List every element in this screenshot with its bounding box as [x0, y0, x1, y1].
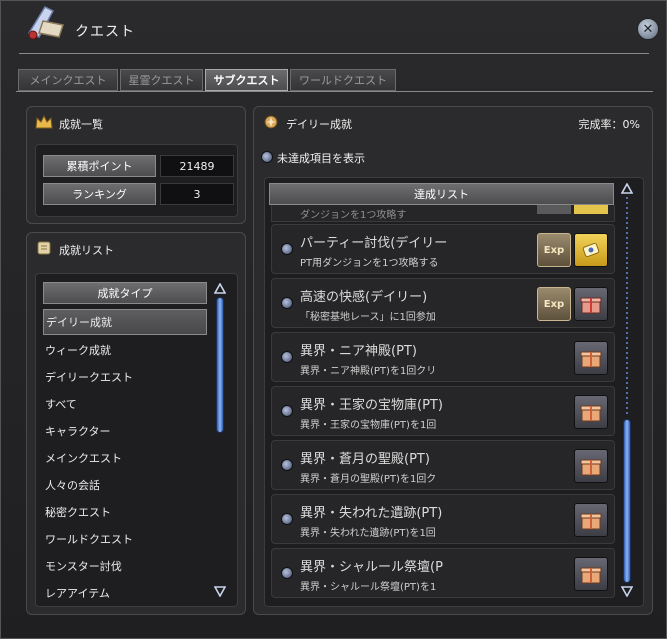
- gift-box-icon[interactable]: [574, 341, 608, 375]
- points-value: 21489: [160, 155, 234, 177]
- summary-inner: 累積ポイント 21489 ランキング 3: [35, 144, 238, 217]
- scroll-list-icon: [37, 241, 51, 255]
- partial-row-desc: ダンジョンを1つ攻略す: [300, 210, 407, 221]
- achievement-desc: 異界・シャルール祭壇(PT)を1: [300, 582, 437, 593]
- exp-icon[interactable]: Exp: [537, 233, 571, 267]
- achievement-radio[interactable]: [281, 513, 293, 525]
- window-title: クエスト: [75, 24, 135, 40]
- crown-icon: [35, 114, 53, 129]
- gift-box-icon[interactable]: [574, 287, 608, 321]
- category-item-character[interactable]: キャラクター: [43, 418, 207, 444]
- achievement-desc: 異界・失われた遺跡(PT)を1回: [300, 528, 436, 539]
- achievement-desc: PT用ダンジョンを1つ攻略する: [300, 258, 439, 269]
- achievement-row[interactable]: 異界・王家の宝物庫(PT) 異界・王家の宝物庫(PT)を1回: [271, 386, 615, 436]
- achievement-title: 異界・王家の宝物庫(PT): [300, 398, 443, 413]
- achievement-title: パーティー討伐(デイリー: [300, 236, 448, 251]
- achievement-title: 異界・蒼月の聖殿(PT): [300, 452, 430, 467]
- tab-main-quest[interactable]: メインクエスト: [18, 69, 118, 91]
- achievement-scrollbar[interactable]: [621, 183, 633, 598]
- ranking-label: ランキング: [43, 183, 156, 205]
- achievement-desc: 「秘密基地レース」に1回参加: [300, 312, 436, 323]
- gift-box-icon[interactable]: [574, 395, 608, 429]
- gift-box-icon[interactable]: [574, 503, 608, 537]
- category-item-all[interactable]: すべて: [43, 391, 207, 417]
- category-title: 成就リスト: [59, 244, 114, 257]
- gift-glyph-icon: [580, 567, 602, 584]
- scroll-up-icon[interactable]: [621, 183, 633, 195]
- achievement-row[interactable]: 異界・失われた遺跡(PT) 異界・失われた遺跡(PT)を1回: [271, 494, 615, 544]
- category-item-world-quest[interactable]: ワールドクエスト: [43, 526, 207, 552]
- achievement-radio[interactable]: [281, 459, 293, 471]
- achievement-radio[interactable]: [281, 297, 293, 309]
- category-item-conversations[interactable]: 人々の会話: [43, 472, 207, 498]
- category-type-header: 成就タイプ: [43, 282, 207, 304]
- achievement-radio[interactable]: [281, 567, 293, 579]
- ranking-value: 3: [160, 183, 234, 205]
- gift-glyph-icon: [580, 513, 602, 530]
- gift-glyph-icon: [580, 459, 602, 476]
- gift-box-icon[interactable]: [574, 557, 608, 591]
- category-item-daily[interactable]: デイリー成就: [43, 309, 207, 335]
- achievement-list-header: 達成リスト: [269, 183, 614, 205]
- summary-title: 成就一覧: [59, 118, 103, 131]
- quest-scroll-icon: [27, 6, 64, 40]
- scroll-track-dots: [626, 197, 628, 417]
- gift-box-icon[interactable]: [574, 449, 608, 483]
- achievement-radio[interactable]: [281, 243, 293, 255]
- achievement-scroll-thumb[interactable]: [623, 419, 631, 583]
- achievement-row[interactable]: 高速の快感(デイリー) 「秘密基地レース」に1回参加 Exp: [271, 278, 615, 328]
- category-scroll-thumb[interactable]: [216, 297, 224, 433]
- emblem-icon: [264, 115, 278, 129]
- gift-glyph-icon: [580, 405, 602, 422]
- achievement-title: 異界・ニア神殿(PT): [300, 344, 417, 359]
- achievement-title: 高速の快感(デイリー): [300, 290, 428, 305]
- gift-glyph-icon: [580, 297, 602, 314]
- category-item-main-quest[interactable]: メインクエスト: [43, 445, 207, 471]
- category-item-weekly[interactable]: ウィーク成就: [43, 337, 207, 363]
- close-icon: ✕: [642, 21, 654, 37]
- scroll-up-icon[interactable]: [214, 283, 226, 295]
- scroll-down-icon[interactable]: [621, 585, 633, 597]
- tab-world-quest[interactable]: ワールドクエスト: [290, 69, 396, 91]
- achievement-desc: 異界・ニア神殿(PT)を1回クリ: [300, 366, 437, 377]
- category-item-monster-hunt[interactable]: モンスター討伐: [43, 553, 207, 579]
- achievement-radio[interactable]: [281, 351, 293, 363]
- gift-glyph-icon: [580, 351, 602, 368]
- category-item-secret-quest[interactable]: 秘密クエスト: [43, 499, 207, 525]
- partial-reward-coupon: [574, 205, 608, 214]
- tab-sub-quest[interactable]: サブクエスト: [205, 69, 288, 91]
- achievement-row[interactable]: 異界・蒼月の聖殿(PT) 異界・蒼月の聖殿(PT)を1回ク: [271, 440, 615, 490]
- coupon-icon[interactable]: [574, 233, 608, 267]
- partial-reward-exp: [537, 205, 571, 214]
- daily-title: デイリー成就: [286, 118, 352, 131]
- achievement-row[interactable]: パーティー討伐(デイリー PT用ダンジョンを1つ攻略する Exp: [271, 224, 615, 274]
- quest-window: クエスト ✕ メインクエスト 星霊クエスト サブクエスト ワールドクエスト 成就…: [0, 0, 667, 639]
- achievement-row[interactable]: 異界・ニア神殿(PT) 異界・ニア神殿(PT)を1回クリ: [271, 332, 615, 382]
- coupon-glyph-icon: [582, 242, 600, 258]
- category-item-rare-item[interactable]: レアアイテム: [43, 580, 207, 606]
- tab-spirit-quest[interactable]: 星霊クエスト: [120, 69, 203, 91]
- exp-icon[interactable]: Exp: [537, 287, 571, 321]
- title-bar: クエスト ✕: [1, 1, 666, 59]
- close-button[interactable]: ✕: [637, 18, 659, 40]
- category-item-daily-quest[interactable]: デイリークエスト: [43, 364, 207, 390]
- achievement-radio[interactable]: [281, 405, 293, 417]
- quest-tabs: メインクエスト 星霊クエスト サブクエスト ワールドクエスト: [18, 69, 396, 91]
- achievement-row[interactable]: 異界・シャルール祭壇(P 異界・シャルール祭壇(PT)を1: [271, 548, 615, 598]
- achievement-title: 異界・失われた遺跡(PT): [300, 506, 443, 521]
- achievement-title: 異界・シャルール祭壇(P: [300, 560, 443, 575]
- category-scrollbar[interactable]: [214, 283, 226, 599]
- summary-panel: 成就一覧 累積ポイント 21489 ランキング 3: [26, 106, 246, 224]
- points-label: 累積ポイント: [43, 155, 156, 177]
- achievement-desc: 異界・王家の宝物庫(PT)を1回: [300, 420, 437, 431]
- filter-radio[interactable]: [261, 151, 273, 163]
- achievement-desc: 異界・蒼月の聖殿(PT)を1回ク: [300, 474, 437, 485]
- tab-divider: [16, 91, 653, 92]
- scroll-down-icon[interactable]: [214, 585, 226, 597]
- partial-achievement-row: ダンジョンを1つ攻略す: [271, 205, 615, 222]
- filter-label[interactable]: 未達成項目を表示: [277, 150, 365, 166]
- title-divider: [19, 53, 649, 54]
- completion-rate: 完成率：0%: [578, 118, 640, 131]
